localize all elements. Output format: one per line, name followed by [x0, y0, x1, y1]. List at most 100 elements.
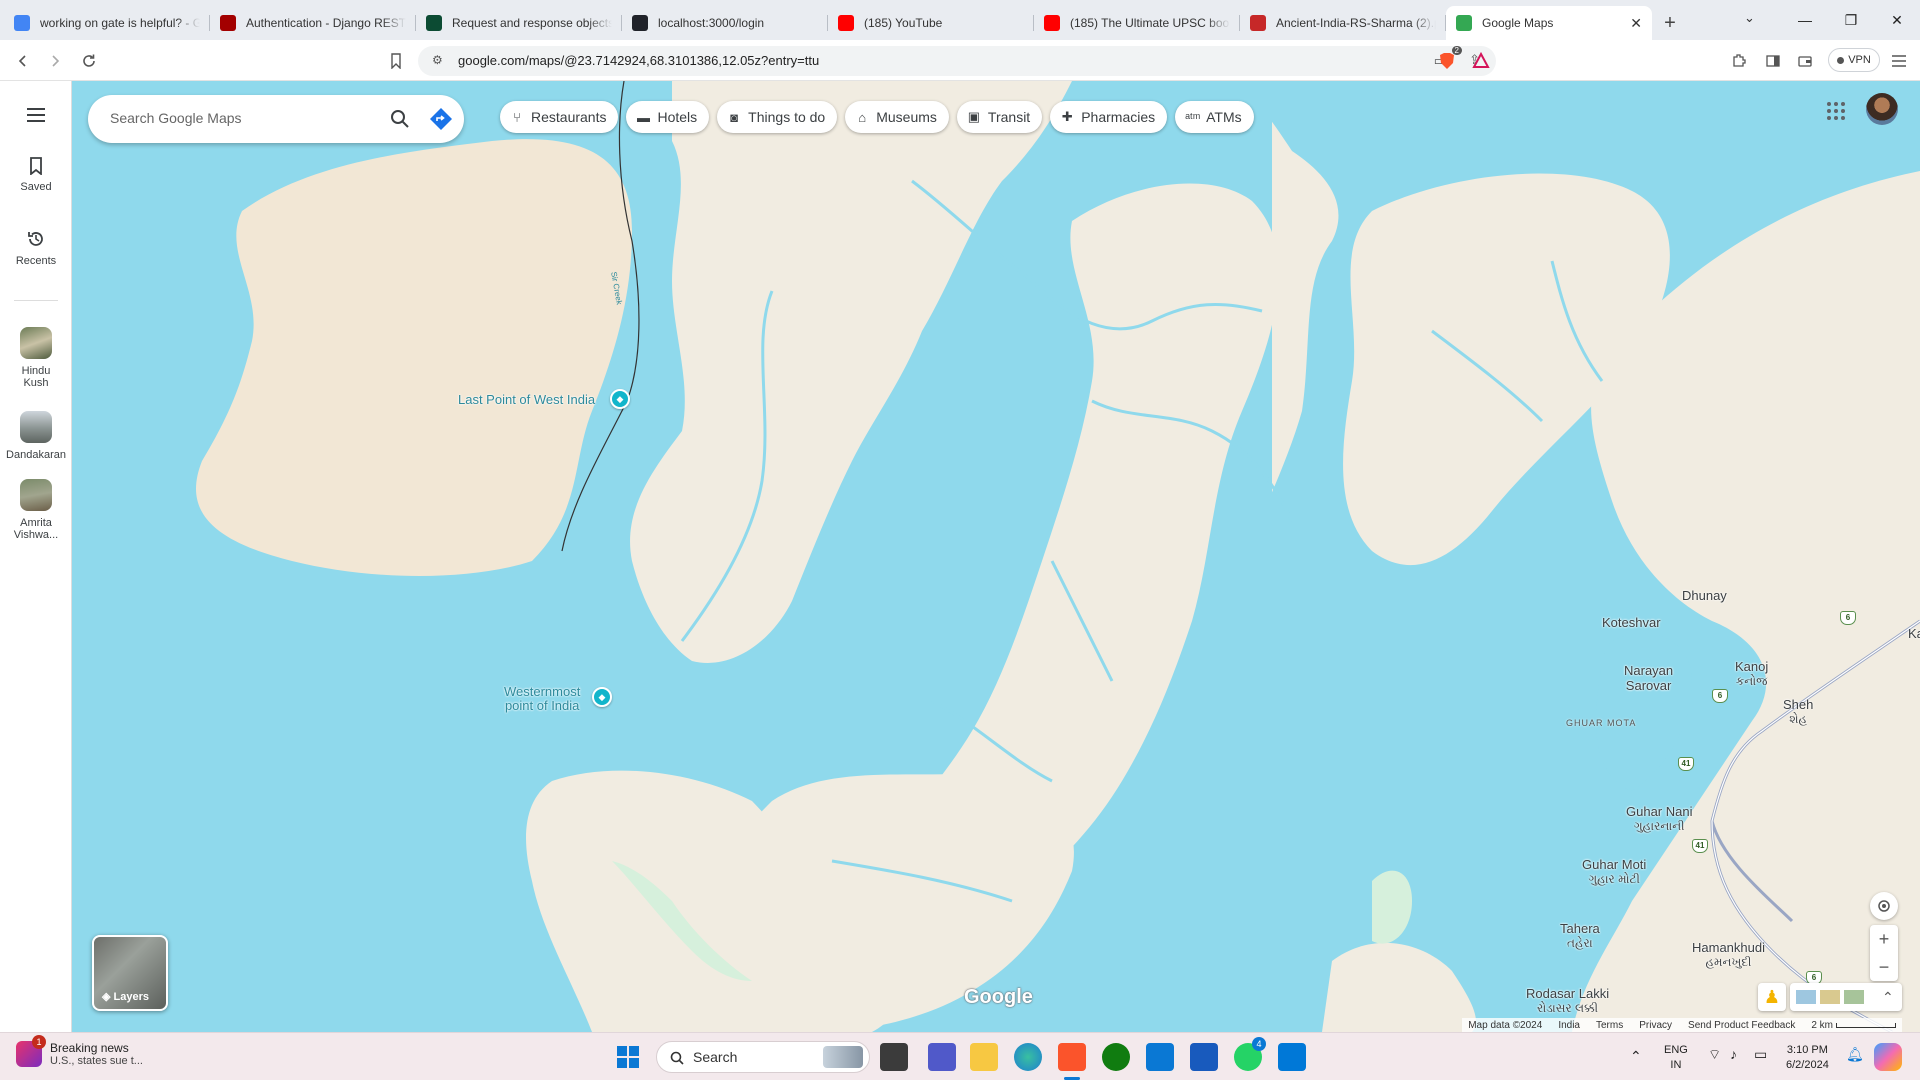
sidebar-button[interactable]	[1760, 48, 1786, 74]
browser-tab[interactable]: Request and response objects	[416, 6, 622, 40]
poi-pin-westernmost[interactable]: ◆	[592, 687, 612, 707]
google-apps-icon[interactable]	[1824, 99, 1848, 123]
browser-tab[interactable]: Google Maps ✕	[1446, 6, 1652, 40]
browser-tab[interactable]: Authentication - Django REST	[210, 6, 416, 40]
layers-button[interactable]: ◈ Layers	[92, 935, 168, 1011]
browser-tab[interactable]: (185) YouTube	[828, 6, 1034, 40]
browser-tab[interactable]: Ancient-India-RS-Sharma (2).p	[1240, 6, 1446, 40]
poi-pin-last-point[interactable]: ◆	[610, 389, 630, 409]
restore-button[interactable]: ❐	[1828, 0, 1874, 40]
notification-bell-icon[interactable]: 🔔︎	[1846, 1047, 1864, 1062]
poi-label-westernmost[interactable]: Westernmost point of India	[504, 685, 580, 713]
map-terrain[interactable]	[72, 81, 1920, 1032]
browser-tab[interactable]: (185) The Ultimate UPSC book	[1034, 6, 1240, 40]
place-tahera[interactable]: Tahera તહેરા	[1560, 921, 1600, 951]
extensions-button[interactable]	[1726, 48, 1752, 74]
clock[interactable]: 3:10 PM 6/2/2024	[1786, 1043, 1829, 1073]
menu-button[interactable]	[1886, 48, 1912, 74]
feedback-link[interactable]: Send Product Feedback	[1688, 1020, 1795, 1031]
saved-button[interactable]: Saved	[0, 157, 72, 193]
place-koteshvar[interactable]: Koteshvar	[1602, 615, 1661, 630]
search-input[interactable]: Search Google Maps	[110, 110, 242, 126]
chip-restaurants[interactable]: ⑂ Restaurants	[500, 101, 619, 133]
directions-icon[interactable]	[428, 106, 454, 132]
edge-icon[interactable]	[1014, 1043, 1042, 1071]
brave-shields-button[interactable]: 2	[1434, 46, 1462, 74]
close-tab-icon[interactable]: ✕	[1630, 15, 1642, 32]
chip-pharmacies[interactable]: ✚ Pharmacies	[1050, 101, 1168, 133]
chip-atms[interactable]: ᵃᵗᵐ ATMs	[1175, 101, 1254, 133]
recent-item-dandakaran[interactable]: Dandakaran	[0, 411, 72, 461]
language-indicator[interactable]: ENG IN	[1664, 1043, 1688, 1073]
scale-bar[interactable]: 2 km	[1811, 1020, 1896, 1031]
tray-overflow-icon[interactable]: ⌃	[1630, 1049, 1642, 1064]
vscode-icon[interactable]	[1278, 1043, 1306, 1071]
whatsapp-icon[interactable]: 4	[1234, 1037, 1266, 1071]
search-box[interactable]: Search Google Maps	[88, 95, 464, 143]
place-sheh[interactable]: Sheh શેહ	[1783, 697, 1813, 727]
bookmark-button[interactable]	[383, 48, 409, 74]
taskbar-search[interactable]: Search	[656, 1041, 870, 1073]
map-canvas[interactable]: Sir Creek ◆ Last Point of West India ◆ W…	[72, 81, 1920, 1032]
forward-button[interactable]	[42, 48, 68, 74]
reload-button[interactable]	[76, 48, 102, 74]
chip-museums[interactable]: ⌂ Museums	[845, 101, 949, 133]
site-info-icon[interactable]: ⚙	[432, 53, 443, 67]
search-icon[interactable]	[388, 107, 412, 131]
chip-things-to-do[interactable]: ◙ Things to do	[717, 101, 838, 133]
new-tab-button[interactable]: +	[1652, 6, 1688, 40]
wifi-icon[interactable]: ⌔	[1708, 1047, 1721, 1062]
vpn-button[interactable]: VPN	[1828, 48, 1880, 72]
browser-tab[interactable]: localhost:3000/login	[622, 6, 828, 40]
menu-toggle[interactable]	[0, 107, 72, 129]
mail-icon[interactable]	[1146, 1043, 1174, 1071]
xbox-icon[interactable]	[1102, 1043, 1130, 1071]
back-button[interactable]	[10, 48, 36, 74]
task-view-icon[interactable]	[880, 1043, 908, 1071]
date: 6/2/2024	[1786, 1059, 1829, 1071]
pegman-button[interactable]: ♟	[1758, 983, 1786, 1011]
browser-tab[interactable]: working on gate is helpful? - G	[4, 6, 210, 40]
maps-left-rail: Saved Recents Hindu Kush Dandakaran Amri…	[0, 81, 72, 1032]
wallet-button[interactable]	[1792, 48, 1818, 74]
place-hamankhudi[interactable]: Hamankhudi હમનખુદી	[1692, 940, 1765, 970]
copilot-icon[interactable]	[1874, 1043, 1902, 1071]
word-icon[interactable]	[1190, 1043, 1218, 1071]
place-kanoj[interactable]: Kanoj કનોજ	[1735, 659, 1768, 689]
close-window-button[interactable]: ✕	[1874, 0, 1920, 40]
file-explorer-icon[interactable]	[970, 1043, 998, 1071]
privacy-link[interactable]: Privacy	[1639, 1020, 1672, 1031]
volume-icon[interactable]: ♪	[1730, 1047, 1737, 1062]
battery-icon[interactable]: ▭	[1754, 1047, 1767, 1062]
place-rodasar-lakki[interactable]: Rodasar Lakki રોડાસર લક્કી	[1526, 986, 1609, 1016]
account-avatar[interactable]	[1866, 93, 1898, 125]
brave-icon[interactable]	[1058, 1043, 1086, 1071]
address-bar[interactable]: ⚙ google.com/maps/@23.7142924,68.3101386…	[418, 46, 1496, 76]
chip-hotels[interactable]: ▬ Hotels	[626, 101, 710, 133]
place-dhunay[interactable]: Dhunay	[1682, 588, 1727, 603]
recent-item-amrita[interactable]: Amrita Vishwa...	[0, 479, 72, 541]
terms-link[interactable]: Terms	[1596, 1020, 1623, 1031]
place-ghuar-mota[interactable]: GHUAR MOTA	[1566, 718, 1636, 728]
news-widget[interactable]: 1 Breaking news U.S., states sue t...	[16, 1035, 143, 1067]
place-guhar-moti[interactable]: Guhar Moti ગુહાર મોટી	[1582, 857, 1646, 887]
place-edge-ka[interactable]: Ka	[1908, 626, 1920, 641]
place-narayan-sarovar[interactable]: Narayan Sarovar	[1624, 663, 1673, 693]
zoom-in-button[interactable]: +	[1879, 925, 1890, 953]
country-link[interactable]: India	[1558, 1020, 1580, 1031]
time: 3:10 PM	[1786, 1044, 1828, 1056]
start-button[interactable]	[614, 1043, 642, 1071]
recents-button[interactable]: Recents	[0, 229, 72, 267]
my-location-button[interactable]	[1870, 892, 1898, 920]
tab-search-icon[interactable]: ⌄	[1744, 10, 1755, 26]
url-text[interactable]: google.com/maps/@23.7142924,68.3101386,1…	[458, 53, 819, 68]
teams-icon[interactable]	[928, 1043, 956, 1071]
imagery-toggle[interactable]: ⌃	[1790, 983, 1902, 1011]
minimize-button[interactable]: —	[1782, 0, 1828, 40]
chip-transit[interactable]: ▣ Transit	[956, 101, 1043, 133]
recent-item-hindu-kush[interactable]: Hindu Kush	[0, 327, 72, 389]
brave-rewards-button[interactable]	[1468, 48, 1494, 74]
zoom-out-button[interactable]: −	[1879, 953, 1890, 981]
place-guhar-nani[interactable]: Guhar Nani ગુહારનાની	[1626, 804, 1692, 834]
poi-label-last-point[interactable]: Last Point of West India	[458, 393, 595, 407]
